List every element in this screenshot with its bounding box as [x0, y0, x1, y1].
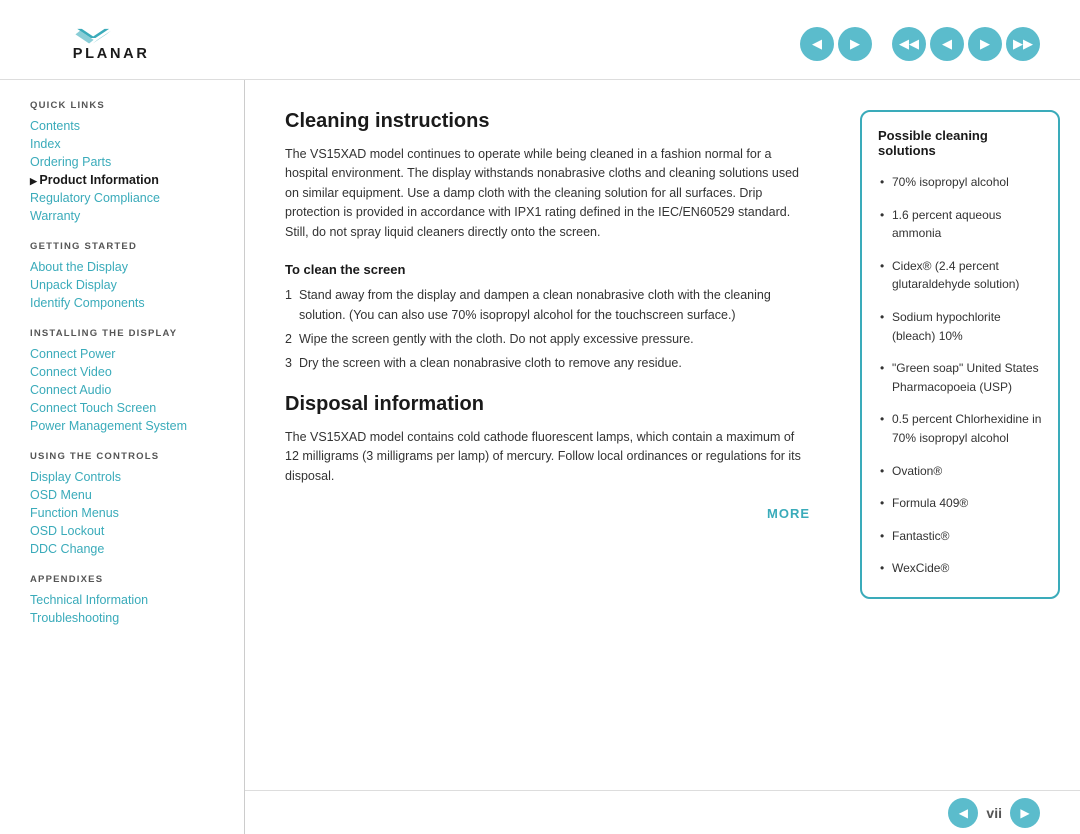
main-layout: Quick Links Contents Index Ordering Part… — [0, 80, 1080, 834]
sidebar-item-about[interactable]: About the Display — [30, 258, 224, 276]
footer-nav: ◀ vii ▶ — [245, 790, 1080, 834]
more-link[interactable]: MORE — [285, 506, 810, 521]
cleaning-item-10: WexCide® — [878, 556, 1042, 581]
sidebar-item-touch[interactable]: Connect Touch Screen — [30, 399, 224, 417]
cleaning-box-title: Possible cleaning solutions — [878, 128, 1042, 158]
list-item: 2 Wipe the screen gently with the cloth.… — [285, 329, 810, 349]
footer-prev-button[interactable]: ◀ — [948, 798, 978, 828]
disposal-title: Disposal information — [285, 393, 810, 416]
list-item: 3 Dry the screen with a clean nonabrasiv… — [285, 353, 810, 373]
cleaning-item-5: "Green soap" United States Pharmacopoeia… — [878, 356, 1042, 399]
nav-prev2-button[interactable]: ◀ — [930, 27, 964, 61]
sidebar-item-power-mgmt[interactable]: Power Management System — [30, 417, 224, 435]
screen-steps-list: 1 Stand away from the display and dampen… — [285, 285, 810, 373]
nav-play-button[interactable]: ▶ — [968, 27, 1002, 61]
nav-next-button[interactable]: ▶ — [838, 27, 872, 61]
sidebar: Quick Links Contents Index Ordering Part… — [0, 80, 245, 834]
disposal-text: The VS15XAD model contains cold cathode … — [285, 428, 810, 486]
sidebar-section-controls: Using the Controls — [30, 451, 224, 462]
sidebar-item-ddc[interactable]: DDC Change — [30, 540, 224, 558]
cleaning-item-9: Fantastic® — [878, 524, 1042, 549]
nav-group-1: ◀ ▶ — [800, 27, 872, 61]
nav-last-button[interactable]: ▶▶ — [1006, 27, 1040, 61]
sidebar-item-troubleshooting[interactable]: Troubleshooting — [30, 609, 224, 627]
sidebar-item-product-info[interactable]: Product Information — [30, 171, 224, 189]
screen-subtitle: To clean the screen — [285, 262, 810, 277]
nav-controls: ◀ ▶ ◀◀ ◀ ▶ ▶▶ — [800, 27, 1040, 61]
sidebar-item-index[interactable]: Index — [30, 135, 224, 153]
sidebar-section-getting-started: Getting Started — [30, 241, 224, 252]
cleaning-item-7: Ovation® — [878, 459, 1042, 484]
planar-logo: PLANAR — [40, 18, 160, 68]
sidebar-item-power[interactable]: Connect Power — [30, 345, 224, 363]
sidebar-item-warranty[interactable]: Warranty — [30, 207, 224, 225]
sidebar-item-osd-menu[interactable]: OSD Menu — [30, 486, 224, 504]
sidebar-item-identify[interactable]: Identify Components — [30, 294, 224, 312]
sidebar-section-quick-links: Quick Links — [30, 100, 224, 111]
sidebar-item-audio[interactable]: Connect Audio — [30, 381, 224, 399]
cleaning-solutions-box: Possible cleaning solutions 70% isopropy… — [860, 110, 1060, 599]
sidebar-item-technical[interactable]: Technical Information — [30, 591, 224, 609]
top-bar: PLANAR ◀ ▶ ◀◀ ◀ ▶ ▶▶ — [0, 0, 1080, 80]
sidebar-item-osd-lockout[interactable]: OSD Lockout — [30, 522, 224, 540]
sidebar-item-unpack[interactable]: Unpack Display — [30, 276, 224, 294]
nav-prev-button[interactable]: ◀ — [800, 27, 834, 61]
list-item: 1 Stand away from the display and dampen… — [285, 285, 810, 325]
page-number: vii — [986, 805, 1002, 821]
cleaning-item-3: Cidex® (2.4 percent glutaraldehyde solut… — [878, 254, 1042, 297]
footer-next-button[interactable]: ▶ — [1010, 798, 1040, 828]
cleaning-item-6: 0.5 percent Chlorhexidine in 70% isoprop… — [878, 407, 1042, 450]
intro-text: The VS15XAD model continues to operate w… — [285, 145, 810, 242]
logo-area: PLANAR — [40, 18, 160, 73]
cleaning-item-1: 70% isopropyl alcohol — [878, 170, 1042, 195]
content-area: Cleaning instructions The VS15XAD model … — [245, 80, 850, 834]
sidebar-item-video[interactable]: Connect Video — [30, 363, 224, 381]
sidebar-item-display-controls[interactable]: Display Controls — [30, 468, 224, 486]
sidebar-item-regulatory[interactable]: Regulatory Compliance — [30, 189, 224, 207]
page-title: Cleaning instructions — [285, 110, 810, 133]
cleaning-item-2: 1.6 percent aqueous ammonia — [878, 203, 1042, 246]
nav-group-2: ◀◀ ◀ ▶ ▶▶ — [892, 27, 1040, 61]
sidebar-item-function-menus[interactable]: Function Menus — [30, 504, 224, 522]
cleaning-item-4: Sodium hypochlorite (bleach) 10% — [878, 305, 1042, 348]
sidebar-section-installing: Installing the Display — [30, 328, 224, 339]
right-panel: Possible cleaning solutions 70% isopropy… — [850, 80, 1080, 834]
nav-first-button[interactable]: ◀◀ — [892, 27, 926, 61]
sidebar-item-ordering[interactable]: Ordering Parts — [30, 153, 224, 171]
cleaning-item-8: Formula 409® — [878, 491, 1042, 516]
svg-text:PLANAR: PLANAR — [73, 46, 150, 62]
sidebar-item-contents[interactable]: Contents — [30, 117, 224, 135]
sidebar-section-appendixes: Appendixes — [30, 574, 224, 585]
